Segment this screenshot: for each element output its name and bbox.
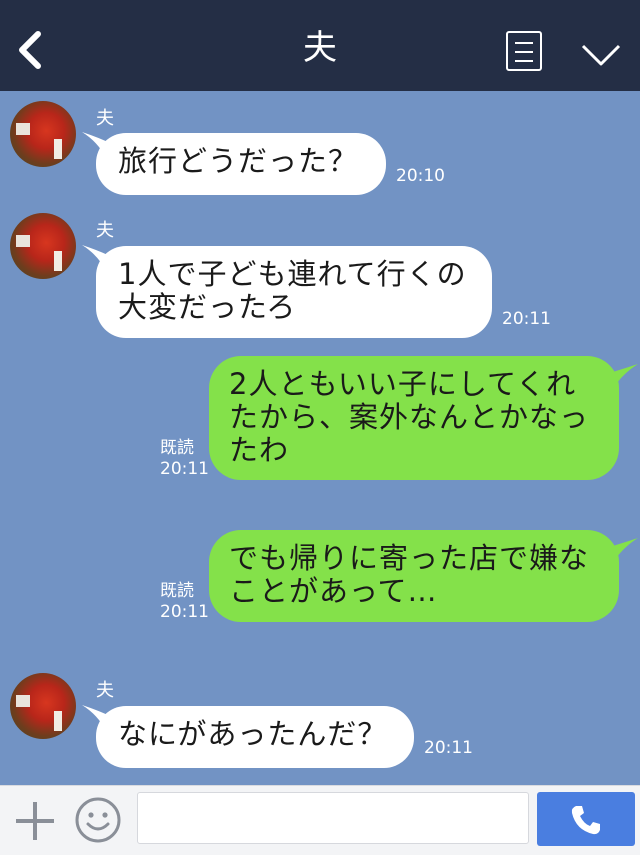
message-bubble[interactable]: 2人ともいい子にしてくれ たから、案外なんとかなっ たわ — [209, 356, 619, 480]
sender-name: 夫 — [96, 108, 114, 129]
input-bar — [0, 785, 640, 855]
message-time: 20:11 — [502, 309, 551, 329]
call-button[interactable] — [537, 792, 635, 846]
message-bubble[interactable]: なにがあったんだ？ — [96, 706, 414, 768]
smiley-icon[interactable] — [74, 796, 122, 844]
phone-icon — [571, 806, 600, 835]
message-time: 20:11 — [160, 459, 209, 479]
read-receipt: 既読 — [160, 581, 194, 601]
message-time: 20:11 — [160, 602, 209, 622]
menu-icon[interactable] — [506, 31, 542, 71]
sender-name: 夫 — [96, 680, 114, 701]
sender-name: 夫 — [96, 220, 114, 241]
message-bubble[interactable]: でも帰りに寄った店で嫌な ことがあって… — [209, 530, 619, 622]
message-input[interactable] — [137, 792, 529, 844]
chat-header: 夫 — [0, 0, 640, 91]
bubble-tail — [606, 538, 638, 564]
message-time: 20:10 — [396, 166, 445, 186]
avatar[interactable] — [10, 213, 76, 279]
message-bubble[interactable]: 旅行どうだった？ — [96, 133, 386, 195]
chat-title: 夫 — [303, 28, 337, 68]
read-receipt: 既読 — [160, 438, 194, 458]
bubble-tail — [606, 364, 638, 390]
chevron-down-icon[interactable] — [580, 42, 622, 68]
avatar[interactable] — [10, 673, 76, 739]
plus-icon[interactable] — [14, 800, 56, 842]
message-bubble[interactable]: 1人で子ども連れて行くの 大変だったろ — [96, 246, 492, 338]
avatar[interactable] — [10, 101, 76, 167]
message-time: 20:11 — [424, 738, 473, 758]
